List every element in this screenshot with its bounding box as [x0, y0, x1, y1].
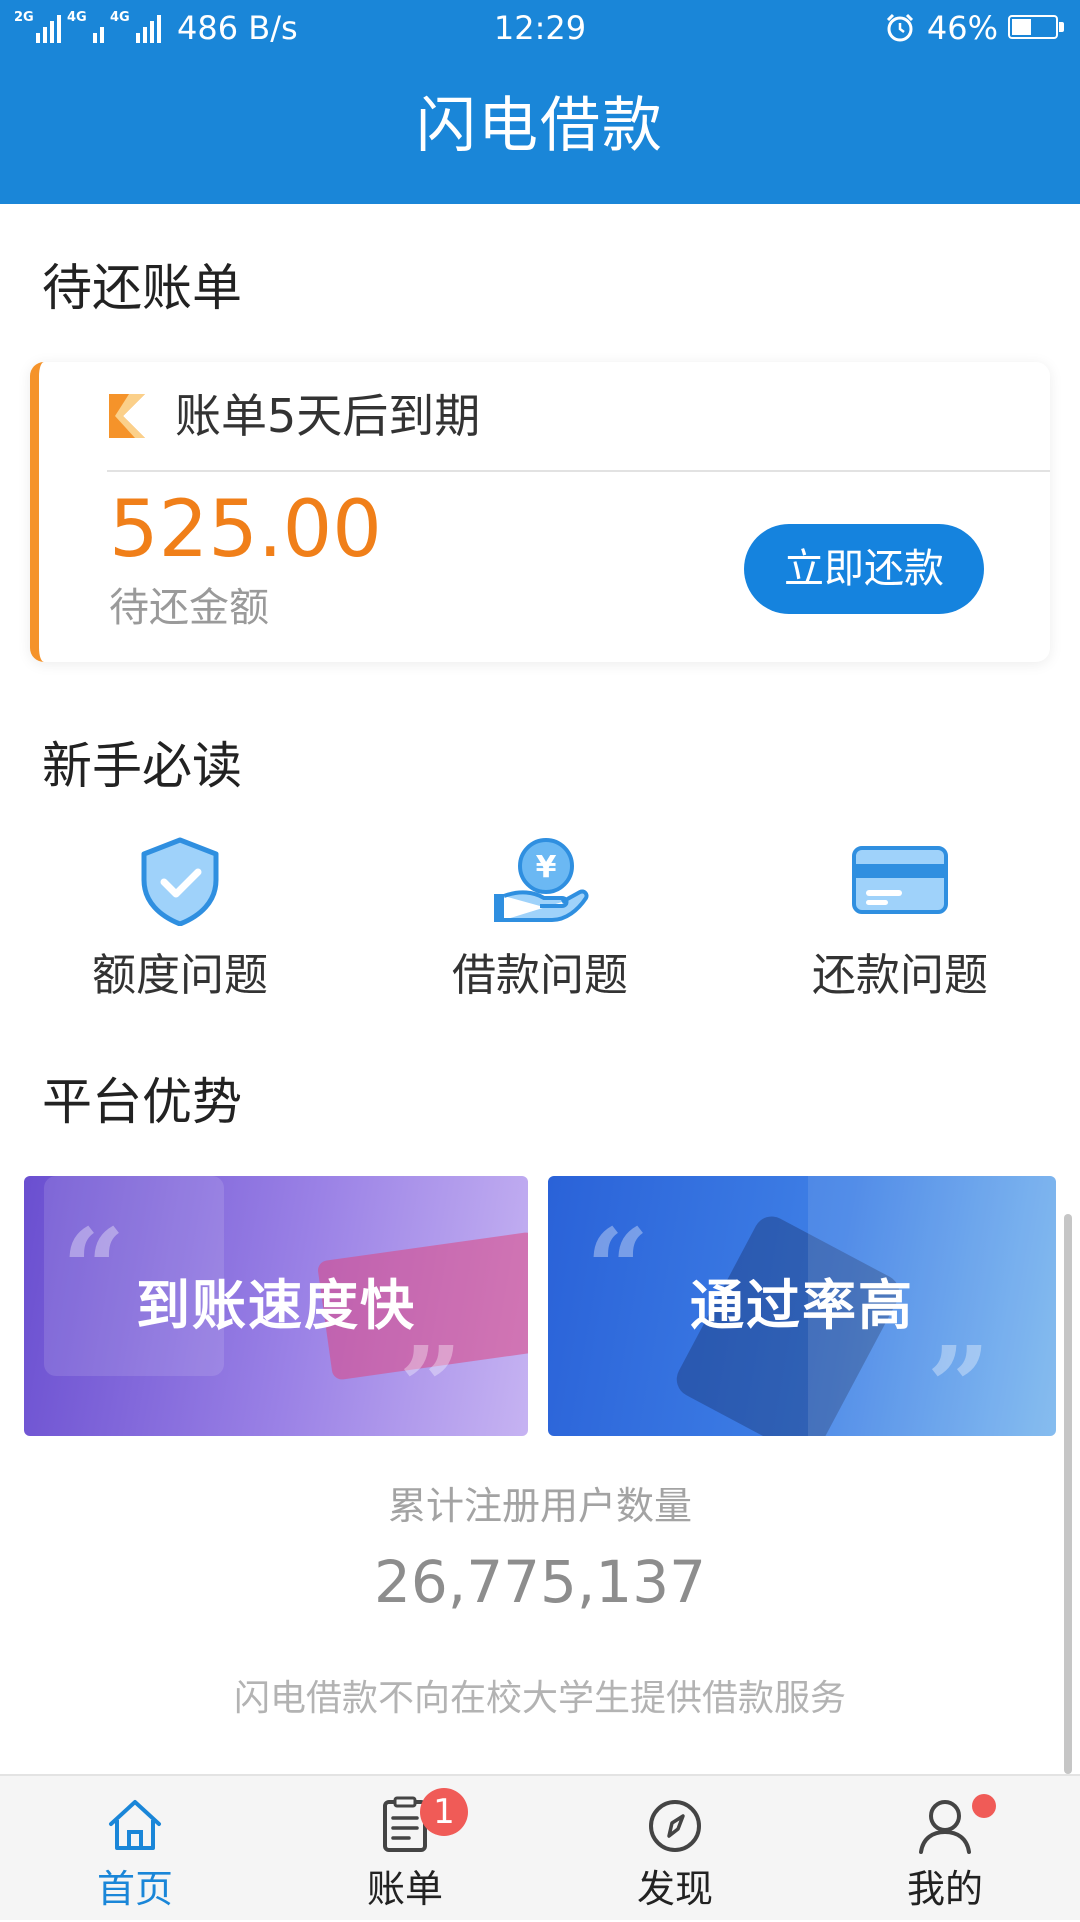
guide-item-repayment[interactable]: 还款问题 [750, 836, 1050, 1006]
nav-tab-home[interactable]: 首页 [0, 1776, 270, 1922]
registered-users-label: 累计注册用户数量 [387, 1484, 692, 1528]
advantages-section-title: 平台优势 [42, 1073, 242, 1131]
quote-open-icon: “ [586, 1204, 652, 1333]
nav-tab-me[interactable]: 我的 [810, 1776, 1080, 1922]
advantage-label: 到账速度快 [136, 1274, 416, 1337]
bill-card[interactable]: 账单5天后到期 525.00 待还金额 立即还款 [30, 362, 1050, 662]
scrollbar[interactable] [1064, 1214, 1072, 1774]
compass-icon [649, 1800, 701, 1852]
page-title: 闪电借款 [416, 91, 664, 161]
bill-due-text: 账单5天后到期 [175, 389, 481, 443]
nav-tab-bill[interactable]: 1 账单 [270, 1776, 540, 1922]
guide-item-label: 额度问题 [92, 950, 268, 1001]
nav-tab-label: 我的 [906, 1867, 983, 1911]
nav-tab-label: 发现 [636, 1867, 713, 1911]
battery-percent: 46% [926, 9, 998, 47]
notification-dot [972, 1794, 996, 1818]
advantage-card-high-approval[interactable]: “ ” 通过率高 [548, 1176, 1056, 1436]
divider [107, 470, 1050, 472]
disclaimer-text: 闪电借款不向在校大学生提供借款服务 [233, 1678, 846, 1719]
advantage-label: 通过率高 [690, 1274, 914, 1337]
guide-item-label: 还款问题 [812, 950, 988, 1001]
bottom-nav: 首页 1 账单 发现 我的 [0, 1774, 1080, 1920]
bill-amount: 525.00 [109, 485, 382, 575]
guide-item-label: 借款问题 [452, 950, 628, 1001]
bill-amount-label: 待还金额 [109, 585, 269, 631]
advantage-card-fast-payout[interactable]: “ ” 到账速度快 [24, 1176, 528, 1436]
bill-section-title: 待还账单 [42, 259, 242, 317]
bookmark-flag-icon [109, 394, 145, 438]
home-icon [109, 1800, 161, 1850]
notification-badge: 1 [420, 1788, 468, 1836]
nav-tab-label: 账单 [366, 1867, 443, 1911]
nav-tab-discover[interactable]: 发现 [540, 1776, 810, 1922]
battery-icon [1008, 15, 1066, 41]
guide-item-loan[interactable]: ¥ 借款问题 [390, 836, 690, 1006]
guide-section-title: 新手必读 [42, 737, 242, 795]
alarm-icon [886, 13, 913, 42]
yuan-hand-icon: ¥ [494, 838, 589, 922]
app-header: 2G 4G 4G 486 B/s 12:29 46% 闪电借款 [0, 0, 1080, 204]
credit-card-icon [852, 846, 948, 914]
quote-open-icon: “ [62, 1204, 128, 1333]
quote-close-icon: ” [398, 1322, 464, 1437]
shield-check-icon [141, 837, 219, 926]
nav-tab-label: 首页 [96, 1867, 173, 1911]
repay-now-button[interactable]: 立即还款 [744, 524, 984, 614]
registered-users-count: 26,775,137 [373, 1548, 707, 1616]
guide-item-quota[interactable]: 额度问题 [30, 836, 330, 1006]
status-bar: 2G 4G 4G 486 B/s 12:29 46% [0, 0, 1080, 56]
svg-text:¥: ¥ [536, 850, 557, 885]
user-icon [919, 1800, 971, 1854]
status-right: 46% [885, 0, 1066, 56]
quote-close-icon: ” [926, 1322, 992, 1437]
